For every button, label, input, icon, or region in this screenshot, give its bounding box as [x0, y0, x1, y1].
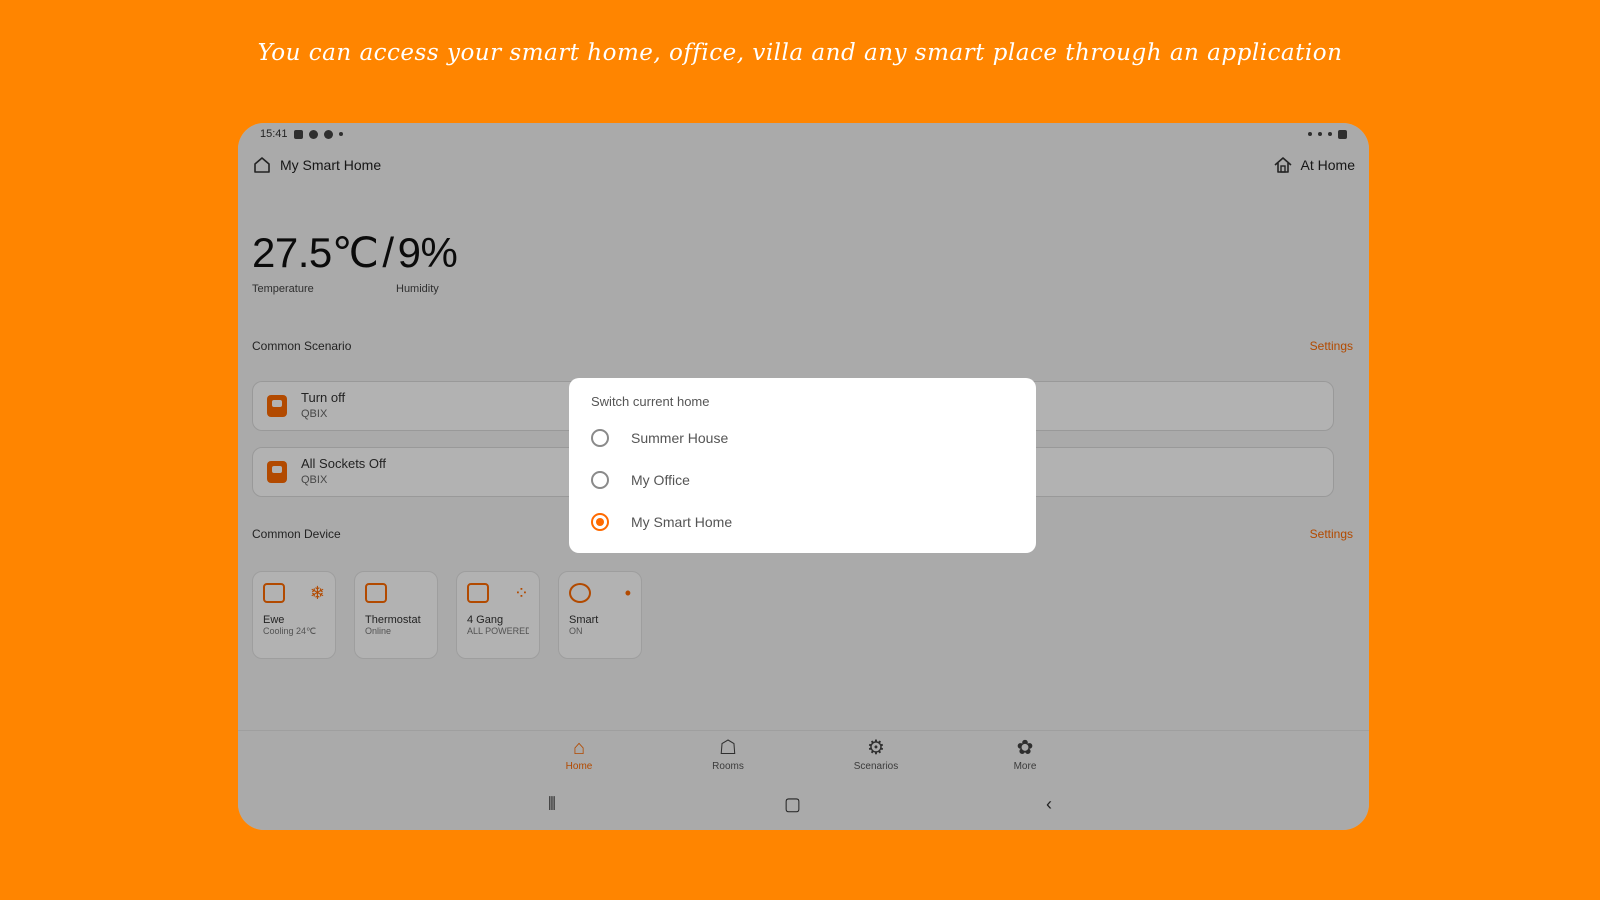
tablet-frame: 15:41 My Smart Home At Home 27.5℃ / 9% T…	[238, 123, 1369, 830]
promo-headline: You can access your smart home, office, …	[257, 40, 1343, 66]
home-option-label: My Smart Home	[631, 514, 733, 530]
dialog-title: Switch current home	[591, 394, 710, 409]
radio-button[interactable]	[591, 471, 609, 489]
home-option-label: Summer House	[631, 430, 729, 446]
home-option[interactable]: Summer House	[591, 417, 1014, 459]
radio-button-selected[interactable]	[591, 513, 609, 531]
switch-home-dialog: Switch current home Summer House My Offi…	[569, 378, 1036, 553]
radio-button[interactable]	[591, 429, 609, 447]
home-option[interactable]: My Office	[591, 459, 1014, 501]
home-option[interactable]: My Smart Home	[591, 501, 1014, 543]
home-option-label: My Office	[631, 472, 690, 488]
